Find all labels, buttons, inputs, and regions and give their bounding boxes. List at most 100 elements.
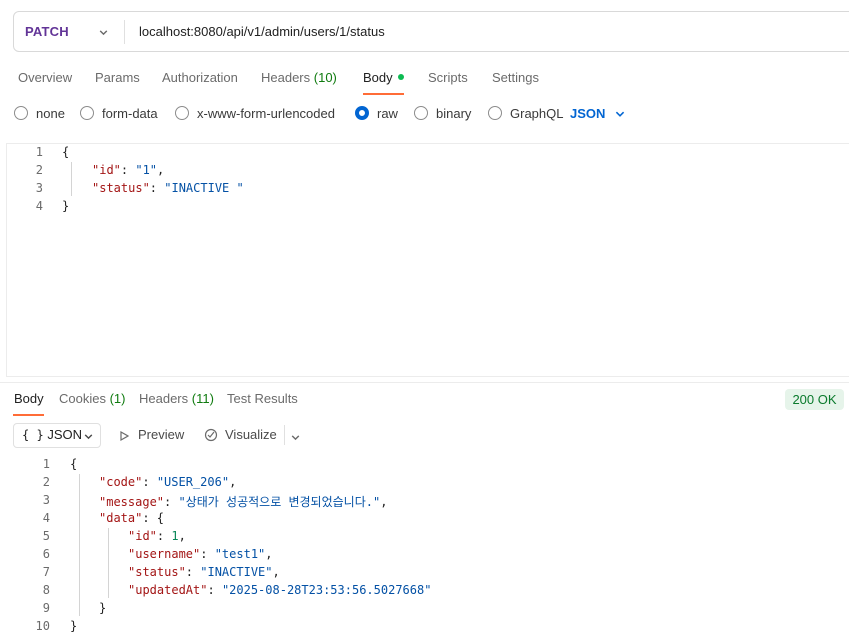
radio-none[interactable] xyxy=(14,106,28,120)
line-number: 2 xyxy=(35,163,43,177)
response-tab-body[interactable]: Body xyxy=(14,391,44,406)
chevron-down-icon[interactable] xyxy=(290,430,301,448)
line-number: 9 xyxy=(42,601,50,615)
visualize-icon[interactable] xyxy=(203,427,219,448)
json-line: "id": 1, xyxy=(128,529,186,543)
radio-raw-label: raw xyxy=(377,106,398,121)
response-tab-headers-count: (11) xyxy=(191,391,214,406)
json-open-brace: { xyxy=(70,457,78,471)
indent-guide xyxy=(71,162,72,196)
radio-none-label: none xyxy=(36,106,65,121)
body-modified-dot xyxy=(397,74,404,80)
active-tab-indicator xyxy=(363,93,404,95)
json-close-brace: } xyxy=(70,619,78,633)
tab-params[interactable]: Params xyxy=(95,70,140,85)
json-value: "상태가 성공적으로 변경되었습니다." xyxy=(178,495,381,509)
line-number: 4 xyxy=(35,199,43,213)
indent-guide xyxy=(79,474,80,616)
line-number: 1 xyxy=(42,457,50,471)
line-number: 1 xyxy=(35,145,43,159)
response-format-label: { } JSON xyxy=(22,427,82,442)
radio-form-data[interactable] xyxy=(80,106,94,120)
json-close-brace: } xyxy=(99,601,107,615)
preview-button[interactable]: Preview xyxy=(138,427,184,442)
request-url-bar: PATCH localhost:8080/api/v1/admin/users/… xyxy=(13,11,849,52)
json-key: "status" xyxy=(128,565,186,579)
play-icon[interactable] xyxy=(118,429,130,447)
body-format-selector[interactable]: JSON xyxy=(570,106,605,121)
tab-headers-label: Headers xyxy=(261,70,311,85)
indent-guide xyxy=(108,528,109,598)
line-number: 6 xyxy=(42,547,50,561)
tab-body-label: Body xyxy=(363,70,393,85)
json-key: "username" xyxy=(128,547,201,561)
tab-headers[interactable]: Headers (10) xyxy=(261,70,337,85)
json-line: "code": "USER_206", xyxy=(99,475,237,489)
json-key: "status" xyxy=(92,181,150,195)
json-line: "id": "1", xyxy=(92,163,165,177)
tab-authorization[interactable]: Authorization xyxy=(162,70,238,85)
radio-form-data-label: form-data xyxy=(102,106,158,121)
response-divider[interactable] xyxy=(0,382,849,383)
json-value: "INACTIVE" xyxy=(200,565,273,579)
line-number: 5 xyxy=(42,529,50,543)
json-line: "status": "INACTIVE " xyxy=(92,181,244,195)
response-tab-cookies-label: Cookies xyxy=(59,391,106,406)
tab-settings[interactable]: Settings xyxy=(492,70,539,85)
json-value: "USER_206" xyxy=(156,475,230,489)
visualize-button[interactable]: Visualize xyxy=(225,427,277,442)
json-key: "id" xyxy=(92,163,121,177)
radio-urlencoded[interactable] xyxy=(175,106,189,120)
response-tab-test-results[interactable]: Test Results xyxy=(227,391,298,406)
response-tab-headers[interactable]: Headers (11) xyxy=(139,391,214,406)
json-key: "message" xyxy=(99,495,165,509)
json-line: "username": "test1", xyxy=(128,547,273,561)
response-tab-cookies-count: (1) xyxy=(109,391,126,406)
chevron-down-icon[interactable] xyxy=(83,429,94,447)
json-value: "test1" xyxy=(214,547,266,561)
response-tab-headers-label: Headers xyxy=(139,391,189,406)
radio-binary-label: binary xyxy=(436,106,472,121)
json-key: "code" xyxy=(99,475,143,489)
line-number: 4 xyxy=(42,511,50,525)
request-body-editor[interactable] xyxy=(6,143,849,377)
json-line: "updatedAt": "2025-08-28T23:53:56.502766… xyxy=(128,583,432,597)
tab-body[interactable]: Body xyxy=(363,70,404,85)
chevron-down-icon[interactable] xyxy=(98,25,109,43)
radio-graphql[interactable] xyxy=(488,106,502,120)
line-number: 10 xyxy=(35,619,50,633)
json-key: "updatedAt" xyxy=(128,583,208,597)
radio-binary[interactable] xyxy=(414,106,428,120)
line-number: 2 xyxy=(42,475,50,489)
url-divider xyxy=(124,20,125,44)
json-key: "data" xyxy=(99,511,143,525)
json-value: "1" xyxy=(135,163,158,177)
json-line: "status": "INACTIVE", xyxy=(128,565,280,579)
line-number: 7 xyxy=(42,565,50,579)
url-input[interactable]: localhost:8080/api/v1/admin/users/1/stat… xyxy=(139,24,385,39)
json-open-brace: { xyxy=(62,145,70,159)
line-number: 3 xyxy=(42,493,50,507)
line-number: 8 xyxy=(42,583,50,597)
tab-headers-count: (10) xyxy=(313,70,337,85)
json-key: "id" xyxy=(128,529,157,543)
json-value: "INACTIVE " xyxy=(164,181,244,195)
json-close-brace: } xyxy=(62,199,70,213)
toolbar-divider xyxy=(284,425,285,445)
method-selector[interactable]: PATCH xyxy=(25,24,69,39)
response-tab-cookies[interactable]: Cookies (1) xyxy=(59,391,125,406)
braces-icon: { } xyxy=(22,428,44,442)
json-line: "message": "상태가 성공적으로 변경되었습니다.", xyxy=(99,495,388,509)
chevron-down-icon[interactable] xyxy=(614,107,626,125)
line-number: 3 xyxy=(35,181,43,195)
radio-urlencoded-label: x-www-form-urlencoded xyxy=(197,106,335,121)
radio-graphql-label: GraphQL xyxy=(510,106,564,121)
radio-raw[interactable] xyxy=(355,106,369,120)
tab-overview[interactable]: Overview xyxy=(18,70,72,85)
active-response-tab-indicator xyxy=(13,414,44,416)
tab-scripts[interactable]: Scripts xyxy=(428,70,468,85)
json-line: "data": { xyxy=(99,511,165,525)
status-badge: 200 OK xyxy=(785,389,844,410)
json-value: "2025-08-28T23:53:56.5027668" xyxy=(221,583,432,597)
json-value: 1 xyxy=(171,529,179,543)
